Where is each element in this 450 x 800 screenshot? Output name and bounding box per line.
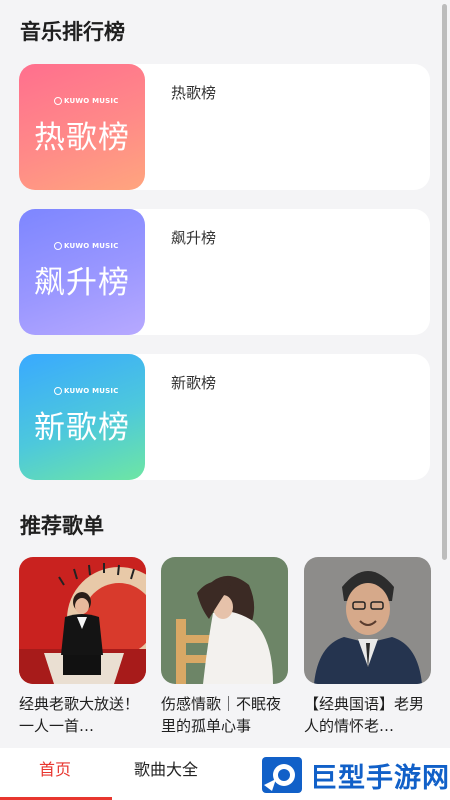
- chart-cover-title: 热歌榜: [34, 120, 130, 156]
- kuwo-logo: KUWO MUSIC: [54, 242, 119, 250]
- kuwo-logo-icon: [54, 242, 62, 250]
- chart-cover-new: KUWO MUSIC 新歌榜: [19, 354, 145, 480]
- section-title-charts: 音乐排行榜: [20, 20, 125, 44]
- site-watermark: 巨型手游网: [258, 750, 450, 800]
- playlist-title: 【经典国语】老男人的情怀老…: [304, 695, 425, 735]
- kuwo-logo-icon: [54, 387, 62, 395]
- chart-cover-title: 飙升榜: [34, 265, 130, 301]
- scrollbar[interactable]: [442, 4, 447, 560]
- chart-name: 飙升榜: [171, 229, 217, 247]
- playlist-cover-image: [304, 557, 431, 684]
- kuwo-logo: KUWO MUSIC: [54, 97, 119, 105]
- playlist-card[interactable]: 伤感情歌｜不眠夜里的孤单心事: [161, 557, 288, 737]
- playlist-card[interactable]: 【经典国语】老男人的情怀老…: [304, 557, 431, 737]
- kuwo-logo: KUWO MUSIC: [54, 387, 119, 395]
- chart-card-rising[interactable]: KUWO MUSIC 飙升榜 飙升榜: [19, 209, 430, 335]
- chart-card-new[interactable]: KUWO MUSIC 新歌榜 新歌榜: [19, 354, 430, 480]
- chart-cover-rising: KUWO MUSIC 飙升榜: [19, 209, 145, 335]
- watermark-text: 巨型手游网: [310, 762, 450, 794]
- kuwo-logo-icon: [54, 97, 62, 105]
- tab-song-library[interactable]: 歌曲大全: [134, 756, 198, 780]
- chart-name: 新歌榜: [171, 374, 217, 392]
- chart-card-hot[interactable]: KUWO MUSIC 热歌榜 热歌榜: [19, 64, 430, 190]
- chart-cover-hot: KUWO MUSIC 热歌榜: [19, 64, 145, 190]
- section-title-playlists: 推荐歌单: [20, 514, 104, 538]
- playlist-cover-image: [161, 557, 288, 684]
- playlist-title: 伤感情歌｜不眠夜里的孤单心事: [161, 695, 282, 735]
- chart-name: 热歌榜: [171, 84, 217, 102]
- playlist-card[interactable]: 经典老歌大放送！一人一首…: [19, 557, 146, 737]
- playlist-title: 经典老歌大放送！一人一首…: [19, 695, 140, 735]
- playlist-cover-image: [19, 557, 146, 684]
- tab-home[interactable]: 首页: [39, 756, 71, 780]
- watermark-logo-icon: [262, 757, 302, 793]
- chart-cover-title: 新歌榜: [34, 410, 130, 446]
